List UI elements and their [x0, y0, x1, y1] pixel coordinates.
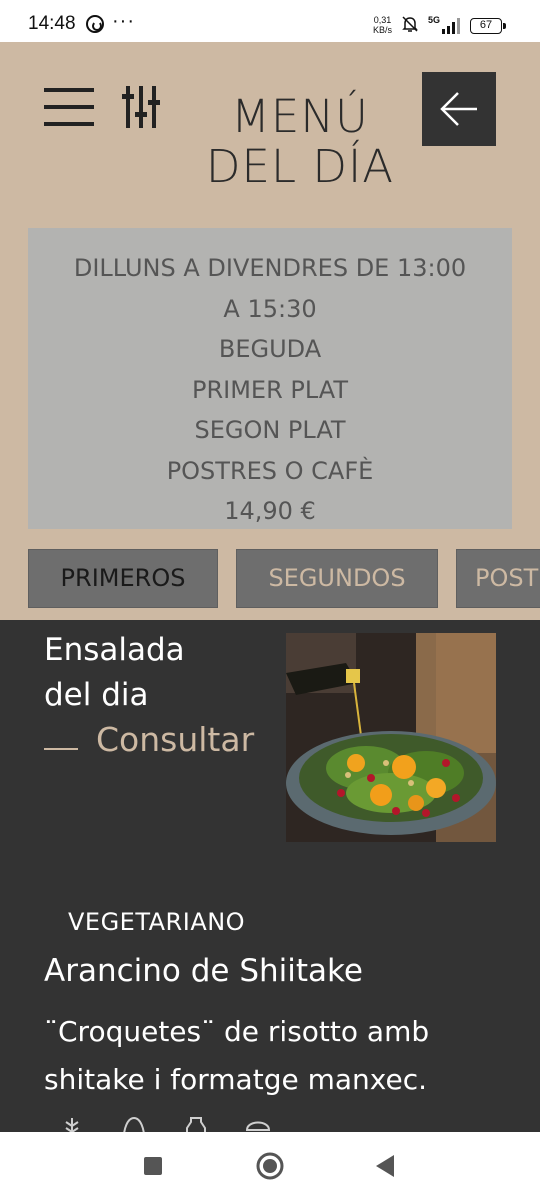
mushroom-icon [245, 1121, 271, 1131]
info-line: PRIMER PLAT [191, 375, 348, 404]
status-time: 14:48 [28, 13, 76, 34]
network-speed-value: 0,31 [373, 15, 392, 25]
gluten-icon [65, 1118, 79, 1132]
info-line: SEGON PLAT [194, 416, 346, 444]
network-type: 5G [428, 15, 441, 25]
back-nav-button[interactable] [372, 1150, 398, 1184]
filter-sliders-icon[interactable] [122, 84, 160, 130]
bell-off-icon [402, 16, 418, 32]
info-line: BEGUDA [218, 335, 322, 363]
tab-postres[interactable]: POSTRES [456, 549, 540, 608]
dish-description-line-2: shitake i formatge manxec. [44, 1063, 428, 1096]
dish-name-line-1: Ensalada [44, 632, 185, 668]
network-speed: 0,31 KB/s [373, 15, 392, 35]
info-line: POSTRES O CAFÈ [166, 456, 374, 485]
network-speed-unit: KB/s [373, 25, 393, 35]
home-button[interactable] [254, 1150, 286, 1184]
dish-price: Consultar [96, 720, 255, 759]
salad-image[interactable] [286, 633, 496, 842]
tab-primeros[interactable]: PRIMEROS [28, 549, 218, 608]
arrow-left-icon [440, 92, 477, 126]
allergen-icons [58, 1114, 298, 1132]
more-notifications-icon: ··· [112, 10, 135, 32]
info-price: 14,90 € [224, 497, 316, 525]
tab-segundos[interactable]: SEGUNDOS [236, 549, 438, 608]
title-line-1: MENÚ [231, 90, 369, 143]
battery-icon: 67 [470, 18, 506, 34]
dish-list: Ensalada del dia Consultar VEGETARIANO A… [0, 620, 540, 1132]
milk-icon [186, 1117, 206, 1132]
info-line: DILLUNS A DIVENDRES DE 13:00 [73, 254, 467, 282]
hamburger-menu-icon[interactable] [44, 86, 94, 126]
title-line-2: DEL DÍA [205, 140, 395, 193]
dish-name-line-2: del dia [44, 677, 149, 713]
status-bar: 14:48 ··· 0,31 KB/s 5G 67 [0, 0, 540, 42]
dish-name: Arancino de Shiitake [44, 953, 363, 989]
price-divider [44, 748, 78, 750]
info-line: A 15:30 [223, 294, 317, 323]
dish-name: Ensalada del dia [44, 628, 274, 718]
menu-header: MENÚ DEL DÍA DILLUNS A DIVENDRES DE 13:0… [0, 42, 540, 620]
back-button[interactable] [422, 72, 496, 146]
whatsapp-icon [86, 15, 104, 33]
egg-icon [123, 1116, 145, 1132]
recent-apps-button[interactable] [142, 1150, 166, 1184]
signal-icon [442, 18, 460, 34]
page-title: MENÚ DEL DÍA [180, 92, 420, 192]
category-tabs: PRIMEROS SEGUNDOS POSTRES [28, 549, 540, 609]
system-navigation-bar [0, 1132, 540, 1200]
dish-description-line-1: ¨Croquetes¨ de risotto amb [44, 1015, 430, 1048]
dish-tag: VEGETARIANO [68, 908, 246, 936]
dish-description: ¨Croquetes¨ de risotto amb shitake i for… [44, 1008, 514, 1104]
menu-info-box: DILLUNS A DIVENDRES DE 13:00 A 15:30 BEG… [28, 228, 512, 529]
